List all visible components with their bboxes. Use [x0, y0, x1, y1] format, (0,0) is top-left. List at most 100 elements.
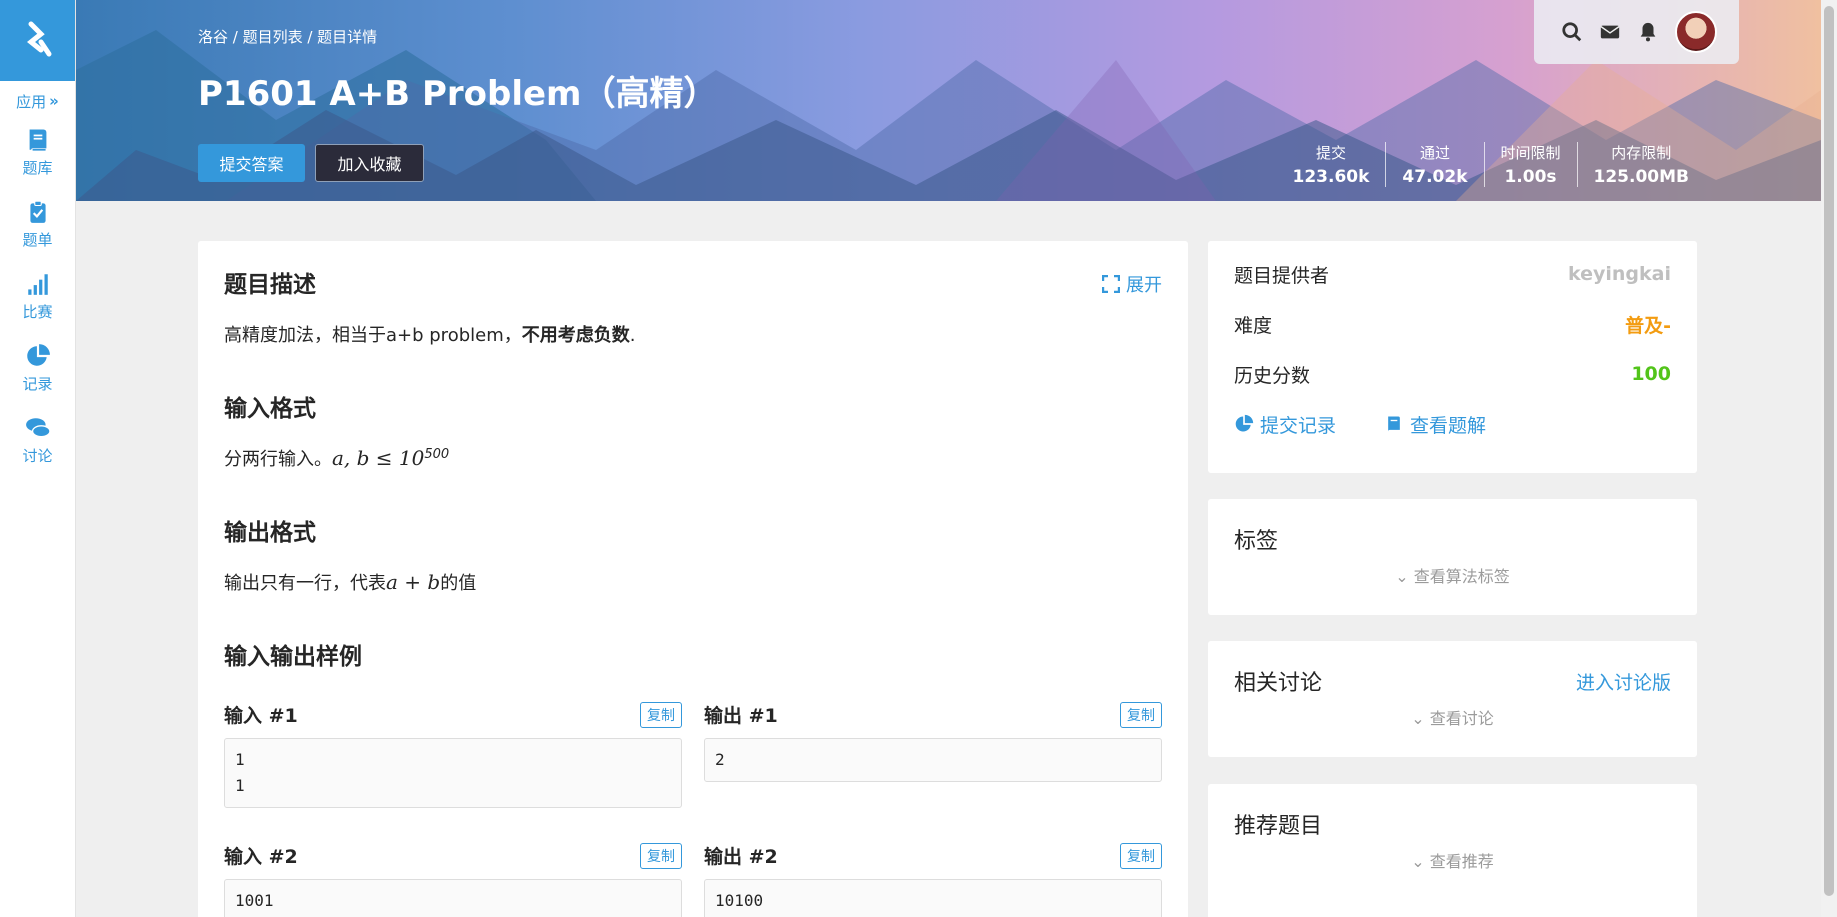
stat-time-limit: 时间限制 1.00s [1483, 142, 1577, 187]
score-row: 历史分数 100 [1234, 349, 1671, 399]
expand-label: 展开 [1126, 275, 1162, 296]
copy-button[interactable]: 复制 [1120, 842, 1162, 869]
submit-answer-button[interactable]: 提交答案 [198, 144, 305, 182]
input-text: 分两行输入。 [224, 449, 332, 470]
output-format-title: 输出格式 [224, 520, 316, 546]
sample-input-box[interactable]: 1 1 [224, 738, 682, 808]
add-favorite-button[interactable]: 加入收藏 [315, 144, 424, 182]
copy-button[interactable]: 复制 [640, 842, 682, 869]
chat-icon [25, 418, 51, 438]
difficulty-row: 难度 普及- [1234, 299, 1671, 349]
search-icon[interactable] [1561, 21, 1583, 43]
records-link[interactable]: 提交记录 [1234, 411, 1360, 438]
score-label: 历史分数 [1234, 364, 1311, 387]
book-icon [29, 129, 46, 151]
enter-discussion-link[interactable]: 进入讨论版 [1576, 668, 1671, 695]
recommend-card: 推荐题目 ⌄ 查看推荐 [1208, 784, 1697, 917]
apps-label: 应用 [16, 92, 47, 111]
sample-input-box[interactable]: 1001 9099 [224, 879, 682, 917]
sidebar-item-label: 题单 [22, 231, 53, 249]
stat-value: 125.00MB [1593, 167, 1689, 187]
breadcrumb[interactable]: 洛谷 / 题目列表 / 题目详情 [198, 26, 377, 47]
output-format-text: 输出只有一行，代表a + b的值 [224, 569, 1162, 595]
sample-input-1: 输入 #1 复制 1 1 [224, 701, 682, 808]
page-scrollbar[interactable] [1821, 0, 1837, 917]
double-chevron-right-icon: » [49, 92, 59, 110]
sample-input-2: 输入 #2 复制 1001 9099 [224, 842, 682, 917]
score-value: 100 [1631, 363, 1671, 385]
chevron-down-icon: ⌄ [1411, 852, 1425, 871]
sidebar: 应用 » 题库 题单 比赛 记录 讨论 [0, 0, 76, 917]
sidebar-item-label: 题库 [22, 159, 53, 177]
expand-button[interactable]: 展开 [1102, 271, 1162, 297]
output-text-pre: 输出只有一行，代表 [224, 573, 386, 594]
chevron-down-icon: ⌄ [1411, 709, 1425, 728]
problem-card: 题目描述 展开 高精度加法，相当于a+b problem，不用考虑负数. 输入格… [198, 241, 1188, 917]
copy-button[interactable]: 复制 [640, 701, 682, 728]
stat-value: 1.00s [1504, 167, 1557, 187]
luogu-logo[interactable] [0, 0, 75, 81]
sidebar-item-discuss[interactable]: 讨论 [0, 415, 75, 473]
show-recommend-label: 查看推荐 [1429, 852, 1494, 871]
desc-title: 题目描述 [224, 272, 316, 298]
stat-submissions: 提交 123.60k [1277, 142, 1386, 187]
luogu-logo-icon [26, 21, 51, 56]
sidebar-item-problems[interactable]: 题库 [0, 127, 75, 185]
output-math: a + b [386, 570, 441, 594]
copy-button[interactable]: 复制 [1120, 701, 1162, 728]
stat-label: 内存限制 [1611, 144, 1672, 162]
desc-text-bold: 不用考虑负数 [521, 325, 630, 346]
input-format-title: 输入格式 [224, 396, 316, 422]
stat-label: 时间限制 [1500, 144, 1561, 162]
sample-output-box[interactable]: 10100 [704, 879, 1162, 917]
bar-chart-icon [27, 274, 48, 295]
problem-stats: 提交 123.60k 通过 47.02k 时间限制 1.00s 内存限制 125… [1277, 142, 1706, 187]
difficulty-label: 难度 [1234, 314, 1273, 337]
sample-output-2: 输出 #2 复制 10100 [704, 842, 1162, 917]
pie-chart-icon [26, 344, 50, 366]
show-discussion-toggle[interactable]: ⌄ 查看讨论 [1234, 705, 1671, 729]
input-exponent: 500 [424, 447, 450, 462]
sample-row-2: 输入 #2 复制 1001 9099 输出 #2 复制 10100 [224, 842, 1162, 917]
mail-icon[interactable] [1599, 21, 1621, 43]
sidebar-item-label: 记录 [22, 375, 53, 393]
discussion-card: 相关讨论 进入讨论版 ⌄ 查看讨论 [1208, 641, 1697, 757]
desc-text-pre: 高精度加法，相当于a+b problem， [224, 325, 522, 346]
info-links: 提交记录 查看题解 [1234, 399, 1671, 449]
provider-row: 题目提供者 keyingkai [1234, 249, 1671, 299]
difficulty-value[interactable]: 普及- [1625, 311, 1671, 338]
bell-icon[interactable] [1637, 21, 1659, 43]
chevron-down-icon: ⌄ [1395, 567, 1409, 586]
sample-input-label: 输入 #2 [224, 846, 298, 868]
desc-text: 高精度加法，相当于a+b problem，不用考虑负数. [224, 321, 1162, 347]
stat-label: 提交 [1315, 144, 1346, 162]
apps-toggle[interactable]: 应用 » [0, 89, 75, 113]
sidebar-item-contest[interactable]: 比赛 [0, 271, 75, 329]
records-link-label: 提交记录 [1260, 414, 1337, 437]
samples-title: 输入输出样例 [224, 644, 362, 670]
sample-input-label: 输入 #1 [224, 705, 298, 727]
user-toolbar [1534, 0, 1739, 64]
sample-output-box[interactable]: 2 [704, 738, 1162, 782]
show-recommend-toggle[interactable]: ⌄ 查看推荐 [1234, 848, 1671, 872]
input-math: a, b ≤ 10 [332, 446, 425, 470]
avatar[interactable] [1675, 11, 1717, 53]
solutions-link[interactable]: 查看题解 [1384, 411, 1510, 438]
problem-info-card: 题目提供者 keyingkai 难度 普及- 历史分数 100 提交记录 查看题… [1208, 241, 1697, 473]
stat-value: 123.60k [1292, 167, 1370, 187]
discussion-title: 相关讨论 [1234, 671, 1323, 696]
sidebar-item-training[interactable]: 题单 [0, 199, 75, 257]
provider-label: 题目提供者 [1234, 264, 1330, 287]
page-title: P1601 A+B Problem（高精） [198, 74, 718, 114]
sample-output-1: 输出 #1 复制 2 [704, 701, 1162, 808]
provider-name[interactable]: keyingkai [1568, 263, 1671, 285]
output-text-post: 的值 [440, 573, 477, 594]
desc-text-post: . [629, 325, 636, 346]
scrollbar-thumb[interactable] [1824, 6, 1834, 896]
expand-icon [1102, 275, 1120, 293]
show-discussion-label: 查看讨论 [1429, 709, 1494, 728]
show-tags-toggle[interactable]: ⌄ 查看算法标签 [1234, 563, 1671, 587]
sample-output-label: 输出 #2 [704, 846, 778, 868]
solutions-link-label: 查看题解 [1410, 414, 1487, 437]
sidebar-item-record[interactable]: 记录 [0, 343, 75, 401]
